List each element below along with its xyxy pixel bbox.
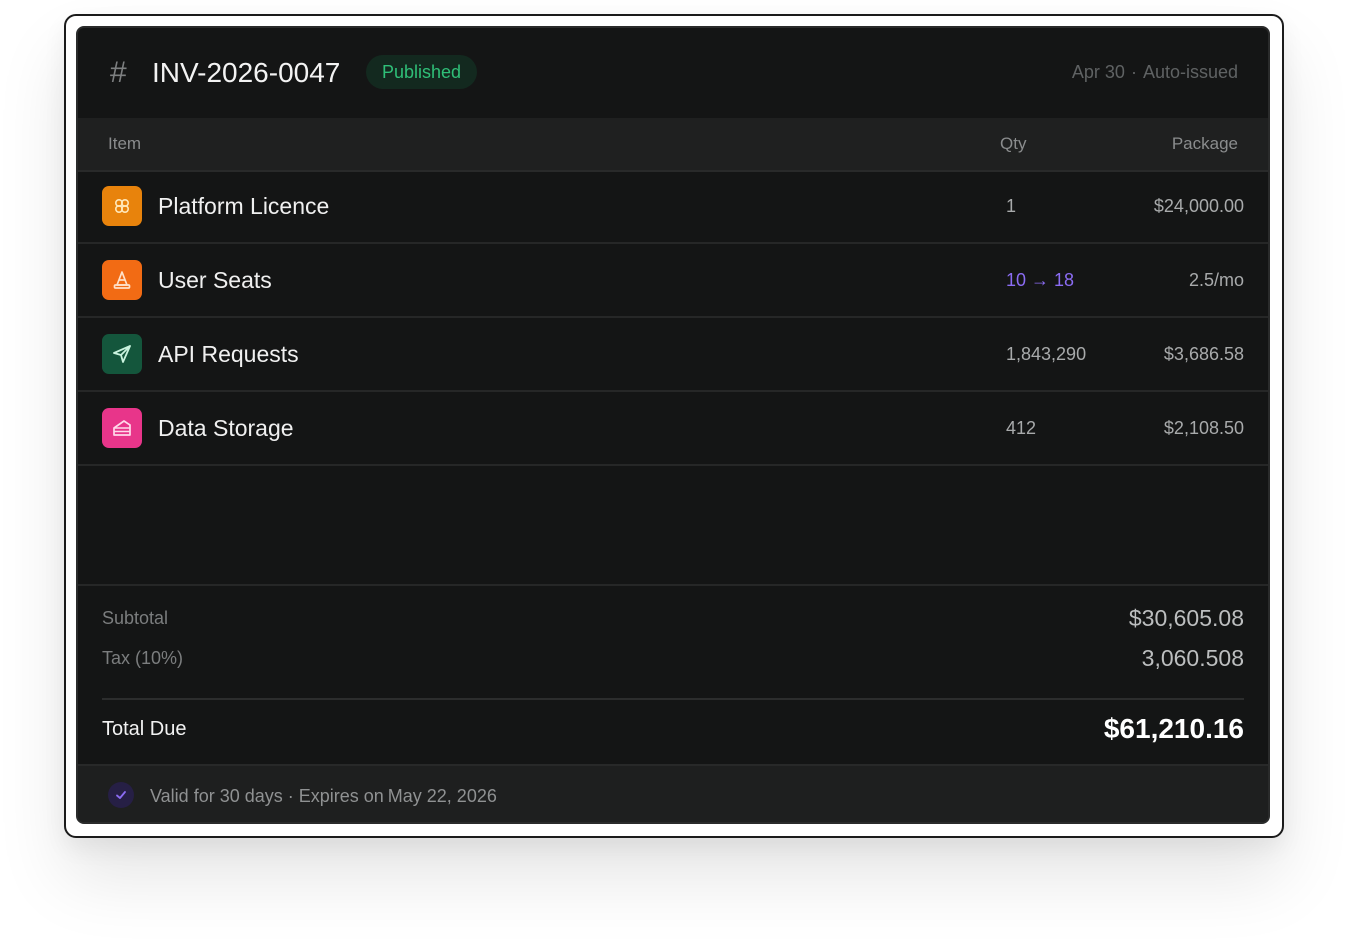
invoice-card: # INV-2026-0047 Published Apr 30 · Auto-is… [76, 26, 1270, 824]
column-header-item: Item [108, 134, 142, 153]
table-row[interactable]: API Requests 1,843,290 $3,686.58 [78, 318, 1268, 392]
column-header-qty: Qty [1000, 134, 1027, 153]
table-row[interactable]: Data Storage 412 $2,108.50 [78, 392, 1268, 466]
item-qty: 412 [1006, 418, 1037, 438]
validity-footer: Valid for 30 days · Expires on May 22, 20… [78, 764, 1268, 822]
tax-value: 3,060.508 [1141, 645, 1244, 671]
column-header-package: Package [1171, 134, 1238, 153]
tax-label: Tax (10%) [102, 648, 184, 668]
status-badge: Published [366, 55, 478, 89]
total-divider [102, 698, 1244, 700]
item-qty: 1,843,290 [1006, 344, 1087, 364]
item-qty: 10 → 18 [1006, 270, 1075, 290]
item-name: User Seats [158, 267, 272, 293]
subtotal-value: $30,605.08 [1128, 605, 1244, 631]
table-row[interactable]: Platform Licence 1 $24,000.00 [78, 170, 1268, 244]
traffic-cone-icon [102, 260, 142, 300]
validity-note: Valid for 30 days · Expires on [150, 786, 384, 806]
meta-separator: · [1130, 62, 1137, 82]
invoice-header: # INV-2026-0047 Published Apr 30 · Auto-is… [78, 28, 1268, 120]
send-arrow-icon [102, 334, 142, 374]
item-qty: 1 [1006, 196, 1017, 216]
hash-icon: # [110, 56, 127, 89]
total-due-label: Total Due [102, 718, 187, 740]
item-name: Data Storage [158, 415, 294, 441]
item-name: Platform Licence [158, 193, 330, 219]
total-due-value: $61,210.16 [1103, 713, 1244, 744]
item-package: $24,000.00 [1153, 196, 1244, 216]
invoice-meta: Apr 30 · Auto-issued [1072, 60, 1238, 84]
table-header: Item Qty Package [78, 118, 1268, 172]
item-package: 2.5/mo [1188, 270, 1244, 290]
check-icon [108, 782, 134, 808]
expiry-date: May 22, 2026 [387, 786, 497, 806]
table-row[interactable]: User Seats 10 → 18 2.5/mo [78, 244, 1268, 318]
issue-mode: Auto-issued [1142, 62, 1238, 82]
item-package: $3,686.58 [1163, 344, 1244, 364]
validity-text: Valid for 30 days · Expires on May 22, 20… [150, 784, 497, 808]
totals-divider [78, 584, 1268, 586]
invoice-number: INV-2026-0047 [152, 57, 341, 88]
item-package: $2,108.50 [1163, 418, 1244, 438]
item-name: API Requests [158, 341, 299, 367]
cake-slice-icon [102, 408, 142, 448]
cluster-icon [102, 186, 142, 226]
invoice-date: Apr 30 [1071, 62, 1125, 82]
subtotal-label: Subtotal [102, 608, 169, 628]
